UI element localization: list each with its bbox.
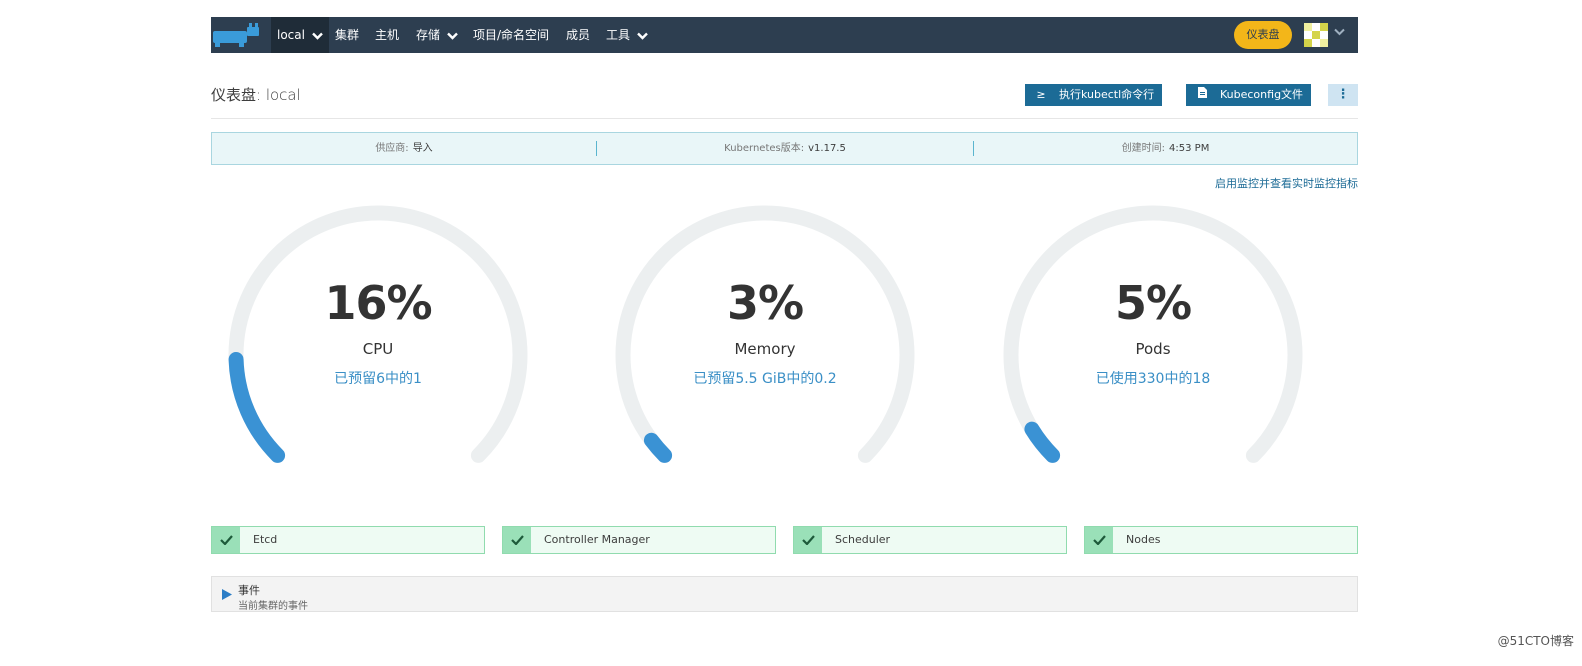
gauge-track <box>615 205 915 463</box>
nav-item-clusters[interactable]: 集群 <box>335 17 359 53</box>
enable-monitoring-link[interactable]: 启用监控并查看实时监控指标 <box>1215 175 1358 191</box>
page-title: 仪表盘: local <box>211 86 301 104</box>
chevron-down-icon[interactable] <box>1334 28 1345 36</box>
chevron-down-icon <box>311 32 323 40</box>
file-icon <box>1194 84 1210 106</box>
k8s-version-label: Kubernetes版本: <box>724 143 805 154</box>
provider-label: 供应商: <box>375 143 409 154</box>
more-actions-button[interactable]: ⋮ <box>1328 84 1358 106</box>
gauge-fill <box>1024 421 1061 463</box>
events-subtitle: 当前集群的事件 <box>238 601 308 612</box>
gauge-fill <box>643 432 673 463</box>
dashboard-button[interactable]: 仪表盘 <box>1234 21 1292 49</box>
nav-label: 成员 <box>566 28 591 42</box>
gauge-percent: 16% <box>324 276 432 330</box>
cluster-selector-label: local <box>277 28 305 42</box>
gauge-detail: 已预留5.5 GiB中的0.2 <box>693 371 837 387</box>
events-section[interactable]: 事件 当前集群的事件 <box>211 576 1358 612</box>
kubeconfig-button[interactable]: Kubeconfig文件 <box>1186 84 1312 106</box>
check-icon <box>503 527 531 553</box>
component-status-nodes: Nodes <box>1084 526 1358 554</box>
events-title: 事件 <box>238 584 260 597</box>
nav-item-projects-namespaces[interactable]: 项目/命名空间 <box>473 17 549 53</box>
gauge-label: Pods <box>1135 340 1171 358</box>
component-label: Etcd <box>253 533 278 546</box>
user-avatar[interactable] <box>1304 23 1328 47</box>
cpu-gauge: 16% CPU 已预留6中的1 <box>218 200 538 470</box>
memory-gauge-arc <box>615 205 915 463</box>
nav-item-hosts[interactable]: 主机 <box>375 17 399 53</box>
nav-label: 工具 <box>606 28 631 42</box>
cluster-selector[interactable]: local <box>271 17 329 53</box>
created-time-info: 创建时间: 4:53 PM <box>974 133 1357 164</box>
pods-gauge: 5% Pods 已使用330中的18 <box>993 200 1313 470</box>
component-status-etcd: Etcd <box>211 526 485 554</box>
chevron-down-icon <box>446 32 458 40</box>
component-label: Scheduler <box>835 533 891 546</box>
top-navigation-bar: local 集群 主机 存储 项目/命名空间 成员 工具 仪表盘 <box>211 17 1358 53</box>
terminal-icon: ≥ <box>1036 88 1046 101</box>
nav-label: 存储 <box>416 28 441 42</box>
cpu-gauge-arc <box>228 205 528 463</box>
rancher-logo[interactable] <box>211 23 263 47</box>
header-divider <box>211 118 1358 119</box>
kubeconfig-button-label: Kubeconfig文件 <box>1220 88 1304 101</box>
nav-item-storage[interactable]: 存储 <box>416 17 458 53</box>
nav-label: 项目/命名空间 <box>473 28 550 42</box>
nav-item-tools[interactable]: 工具 <box>606 17 648 53</box>
provider-info: 供应商: 导入 <box>212 133 596 164</box>
component-status-controller-manager: Controller Manager <box>502 526 776 554</box>
watermark: @51CTO博客 <box>1497 634 1574 648</box>
nav-label: 主机 <box>375 28 400 42</box>
created-label: 创建时间: <box>1121 143 1166 154</box>
chevron-down-icon <box>636 32 648 40</box>
gauge-label: Memory <box>734 340 796 358</box>
k8s-version-value: v1.17.5 <box>808 143 846 154</box>
component-status-scheduler: Scheduler <box>793 526 1067 554</box>
nav-item-members[interactable]: 成员 <box>566 17 590 53</box>
check-icon <box>794 527 822 553</box>
cluster-info-banner: 供应商: 导入 Kubernetes版本: v1.17.5 创建时间: 4:53 PM <box>211 132 1358 165</box>
nav-label: 集群 <box>335 28 360 42</box>
gauge-detail: 已使用330中的18 <box>1095 371 1211 387</box>
gauge-label: CPU <box>362 340 394 358</box>
memory-gauge: 3% Memory 已预留5.5 GiB中的0.2 <box>605 200 925 470</box>
check-icon <box>1085 527 1113 553</box>
kubectl-button-label: 执行kubectl命令行 <box>1059 88 1155 101</box>
expand-triangle-icon <box>222 589 232 600</box>
kubectl-button[interactable]: ≥ 执行kubectl命令行 <box>1025 84 1163 106</box>
pods-gauge-arc <box>1003 205 1303 463</box>
gauge-track <box>1003 205 1303 463</box>
created-value: 4:53 PM <box>1169 143 1210 154</box>
provider-value: 导入 <box>412 143 433 154</box>
gauge-percent: 5% <box>1114 276 1192 330</box>
gauge-track <box>228 205 528 463</box>
gauge-percent: 3% <box>726 276 804 330</box>
check-icon <box>212 527 240 553</box>
gauge-detail: 已预留6中的1 <box>334 371 422 387</box>
component-label: Controller Manager <box>544 533 650 546</box>
component-label: Nodes <box>1126 533 1161 546</box>
kubernetes-version-info: Kubernetes版本: v1.17.5 <box>596 133 974 164</box>
